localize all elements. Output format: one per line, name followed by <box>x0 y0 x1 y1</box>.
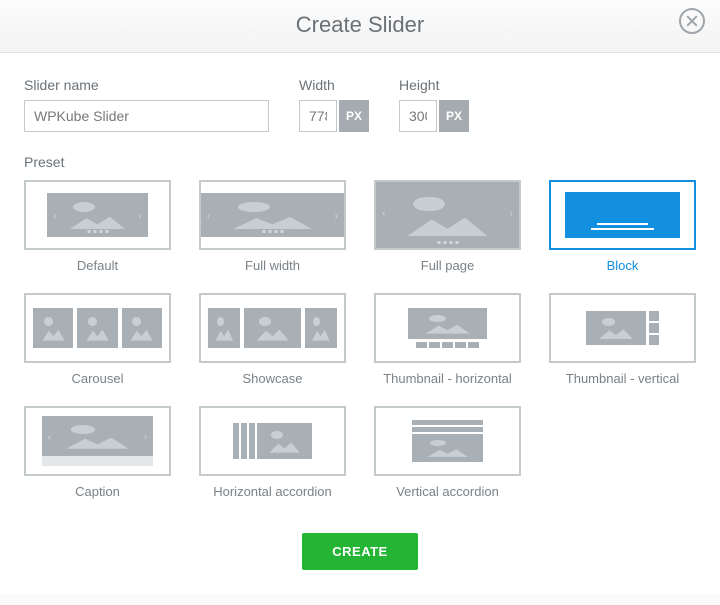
preset-name-carousel: Carousel <box>24 371 171 386</box>
preset-thumb-default[interactable]: ‹› <box>24 180 171 250</box>
height-label: Height <box>399 77 469 93</box>
preset-thumb-thumbnail-horizontal[interactable] <box>374 293 521 363</box>
preset-thumb-block[interactable] <box>549 180 696 250</box>
slider-name-input[interactable] <box>24 100 269 132</box>
block-icon <box>565 192 679 238</box>
dialog-header: Create Slider <box>0 0 720 53</box>
slider-name-field: Slider name <box>24 77 269 132</box>
preset-thumb-caption[interactable]: ‹› <box>24 406 171 476</box>
preset-name-default: Default <box>24 258 171 273</box>
preset-item-full-width: ‹› Full width <box>199 180 346 273</box>
preset-name-full-page: Full page <box>374 258 521 273</box>
preset-item-thumbnail-horizontal: Thumbnail - horizontal <box>374 293 521 386</box>
preset-name-horizontal-accordion: Horizontal accordion <box>199 484 346 499</box>
close-icon <box>686 15 698 27</box>
preset-name-showcase: Showcase <box>199 371 346 386</box>
height-field: Height PX <box>399 77 469 132</box>
width-field: Width PX <box>299 77 369 132</box>
height-px-badge: PX <box>439 100 469 132</box>
preset-name-vertical-accordion: Vertical accordion <box>374 484 521 499</box>
slider-name-label: Slider name <box>24 77 269 93</box>
width-label: Width <box>299 77 369 93</box>
preset-label: Preset <box>24 154 696 170</box>
preset-item-thumbnail-vertical: Thumbnail - vertical <box>549 293 696 386</box>
dialog-title: Create Slider <box>0 12 720 38</box>
preset-item-block: Block <box>549 180 696 273</box>
preset-item-default: ‹› Default <box>24 180 171 273</box>
preset-grid: ‹› Default ‹› Full width ‹› Full page <box>24 180 696 499</box>
preset-item-carousel: Carousel <box>24 293 171 386</box>
height-input[interactable] <box>399 100 437 132</box>
dialog-footer: CREATE <box>0 519 720 594</box>
preset-name-thumbnail-horizontal: Thumbnail - horizontal <box>374 371 521 386</box>
preset-name-block: Block <box>549 258 696 273</box>
preset-thumb-full-page[interactable]: ‹› <box>374 180 521 250</box>
preset-name-caption: Caption <box>24 484 171 499</box>
close-button[interactable] <box>679 8 705 34</box>
preset-thumb-thumbnail-vertical[interactable] <box>549 293 696 363</box>
preset-item-vertical-accordion: Vertical accordion <box>374 406 521 499</box>
preset-item-horizontal-accordion: Horizontal accordion <box>199 406 346 499</box>
preset-thumb-vertical-accordion[interactable] <box>374 406 521 476</box>
inputs-row: Slider name Width PX Height PX <box>24 77 696 132</box>
preset-name-thumbnail-vertical: Thumbnail - vertical <box>549 371 696 386</box>
preset-item-full-page: ‹› Full page <box>374 180 521 273</box>
preset-thumb-horizontal-accordion[interactable] <box>199 406 346 476</box>
preset-thumb-carousel[interactable] <box>24 293 171 363</box>
preset-thumb-showcase[interactable] <box>199 293 346 363</box>
dialog-body: Slider name Width PX Height PX Preset <box>0 53 720 519</box>
width-input[interactable] <box>299 100 337 132</box>
create-slider-dialog: Create Slider Slider name Width PX Heigh… <box>0 0 720 594</box>
create-button[interactable]: CREATE <box>302 533 417 570</box>
preset-item-caption: ‹› Caption <box>24 406 171 499</box>
preset-name-full-width: Full width <box>199 258 346 273</box>
width-px-badge: PX <box>339 100 369 132</box>
preset-item-showcase: Showcase <box>199 293 346 386</box>
preset-thumb-full-width[interactable]: ‹› <box>199 180 346 250</box>
